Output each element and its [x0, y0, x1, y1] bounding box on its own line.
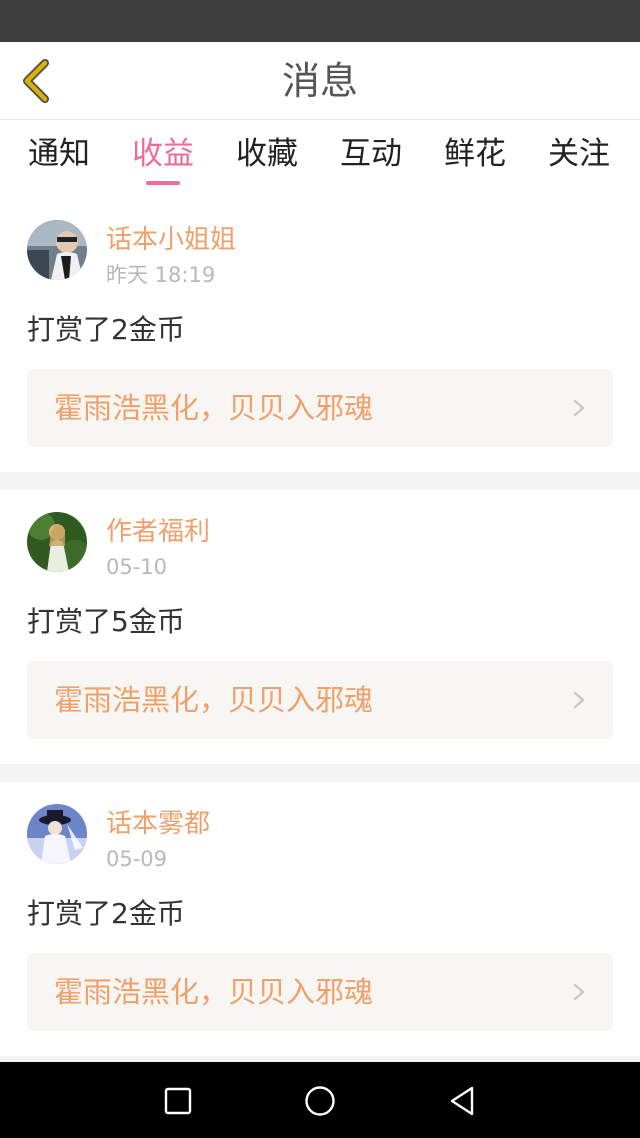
tab-label: 互动: [340, 136, 402, 172]
message-time: 05-09: [106, 847, 168, 871]
tab-label: 鲜花: [444, 136, 506, 172]
header: 消息: [0, 42, 640, 120]
tab-notice[interactable]: 通知: [7, 120, 111, 198]
home-button[interactable]: [300, 1081, 340, 1121]
tab-label: 收藏: [236, 136, 298, 172]
sender-name[interactable]: 话本小姐姐: [106, 224, 236, 256]
tab-following[interactable]: 关注: [527, 120, 631, 198]
avatar[interactable]: [27, 512, 87, 572]
tab-earnings[interactable]: 收益: [111, 120, 215, 198]
message-item: 话本小姐姐 昨天 18:19 打赏了2金币 霍雨浩黑化，贝贝入邪魂: [0, 198, 640, 472]
message-text: 打赏了2金币: [27, 897, 185, 930]
triangle-back-icon: [450, 1086, 474, 1116]
message-time: 05-10: [106, 555, 168, 579]
message-time: 昨天 18:19: [106, 263, 216, 287]
sender-name[interactable]: 作者福利: [106, 516, 210, 548]
book-link[interactable]: 霍雨浩黑化，贝贝入邪魂: [27, 953, 613, 1031]
system-nav-bar: [0, 1062, 640, 1138]
status-bar: [0, 0, 640, 42]
circle-icon: [305, 1086, 335, 1116]
message-text: 打赏了2金币: [27, 313, 185, 346]
chevron-right-icon: [573, 691, 585, 709]
active-tab-indicator: [146, 181, 180, 185]
book-title: 霍雨浩黑化，贝贝入邪魂: [54, 975, 374, 1009]
sender-name[interactable]: 话本雾都: [106, 808, 210, 840]
tab-flowers[interactable]: 鲜花: [423, 120, 527, 198]
tab-interactions[interactable]: 互动: [319, 120, 423, 198]
recents-button[interactable]: [158, 1081, 198, 1121]
tab-label: 收益: [132, 136, 194, 172]
book-title: 霍雨浩黑化，贝贝入邪魂: [54, 683, 374, 717]
avatar[interactable]: [27, 220, 87, 280]
tab-bar: 通知 收益 收藏 互动 鲜花 关注: [0, 120, 640, 198]
tab-label: 关注: [548, 136, 610, 172]
tab-label: 通知: [28, 136, 90, 172]
system-back-button[interactable]: [442, 1081, 482, 1121]
chevron-right-icon: [573, 983, 585, 1001]
book-link[interactable]: 霍雨浩黑化，贝贝入邪魂: [27, 369, 613, 447]
message-text: 打赏了5金币: [27, 605, 185, 638]
message-item: 话本雾都 05-09 打赏了2金币 霍雨浩黑化，贝贝入邪魂: [0, 782, 640, 1056]
book-title: 霍雨浩黑化，贝贝入邪魂: [54, 391, 374, 425]
square-icon: [164, 1087, 192, 1115]
tab-favorites[interactable]: 收藏: [215, 120, 319, 198]
book-link[interactable]: 霍雨浩黑化，贝贝入邪魂: [27, 661, 613, 739]
avatar[interactable]: [27, 804, 87, 864]
chevron-right-icon: [573, 399, 585, 417]
message-item: 作者福利 05-10 打赏了5金币 霍雨浩黑化，贝贝入邪魂: [0, 490, 640, 764]
page-title: 消息: [281, 59, 358, 103]
